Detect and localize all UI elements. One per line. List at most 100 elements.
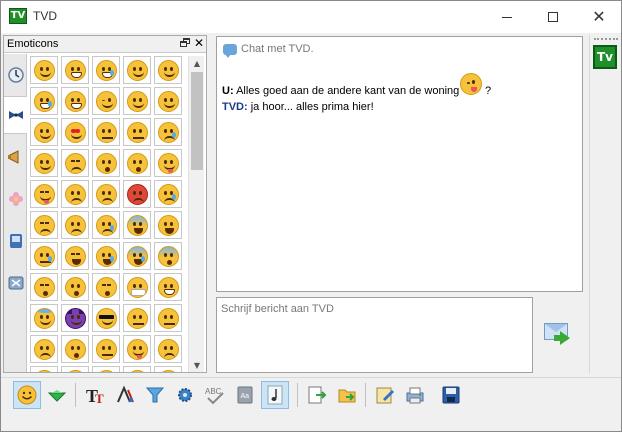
minimize-button[interactable]: [484, 1, 530, 33]
svg-text:T: T: [95, 391, 104, 406]
emoticon-relieved-icon[interactable]: [30, 149, 58, 177]
emoticon-frowning-icon[interactable]: [154, 335, 182, 363]
emoticon-tongue-closed-icon[interactable]: [30, 180, 58, 208]
spellcheck-icon: ABC: [205, 387, 224, 405]
sound-button[interactable]: [261, 381, 289, 409]
save-button[interactable]: [437, 381, 465, 409]
settings-button[interactable]: [171, 381, 199, 409]
message-input[interactable]: Schrijf bericht aan TVD: [216, 297, 533, 373]
emoticon-disappointed-relieved-icon[interactable]: [92, 211, 120, 239]
panel-close-button[interactable]: ✕: [194, 36, 204, 50]
emoticon-grin-icon[interactable]: [61, 56, 89, 84]
filter-button[interactable]: [141, 381, 169, 409]
emoticon-expressionless-icon[interactable]: [154, 304, 182, 332]
emoticon-laugh-tears-icon[interactable]: [92, 56, 120, 84]
text-color-button[interactable]: [111, 381, 139, 409]
emoticon-sob-icon[interactable]: [92, 242, 120, 270]
category-tab-recent[interactable]: [4, 56, 27, 94]
emoticon-triumph-icon[interactable]: [61, 211, 89, 239]
emoticon-dizzy-face-icon[interactable]: [92, 273, 120, 301]
emoticon-cold-sweat-icon[interactable]: [123, 242, 151, 270]
message-trailing-text: ?: [485, 85, 492, 97]
scroll-thumb[interactable]: [191, 72, 203, 170]
emoticon-kiss-heart-icon[interactable]: [92, 149, 120, 177]
nudge-button[interactable]: [43, 381, 71, 409]
category-tab-people[interactable]: [4, 96, 27, 134]
emoticon-persevere-icon[interactable]: [30, 211, 58, 239]
drag-handle[interactable]: [594, 38, 618, 40]
svg-text:ABC: ABC: [205, 387, 222, 396]
emoticon-open-mouth-icon[interactable]: [61, 366, 89, 372]
emoticon-astonished-icon[interactable]: [61, 273, 89, 301]
emoticon-grin-icon[interactable]: [61, 87, 89, 115]
send-file-icon: [338, 389, 356, 403]
dictionary-button[interactable]: Aa: [231, 381, 259, 409]
emoticon-hushed-icon[interactable]: [61, 335, 89, 363]
emoticon-mask-icon[interactable]: [123, 273, 151, 301]
undock-button[interactable]: [180, 37, 192, 49]
spellcheck-button[interactable]: ABC: [201, 381, 229, 409]
print-button[interactable]: [401, 381, 429, 409]
emoticon-anguished-icon[interactable]: [30, 366, 58, 372]
emoticon-smile-icon[interactable]: [154, 56, 182, 84]
emoticon-smile-icon[interactable]: [154, 87, 182, 115]
export-button[interactable]: [303, 381, 331, 409]
contact-avatar[interactable]: Tv: [593, 45, 617, 69]
emoticon-flushed-icon[interactable]: [123, 366, 151, 372]
emoticon-imp-icon[interactable]: [61, 304, 89, 332]
category-tab-nature[interactable]: [4, 180, 27, 218]
emoticon-confounded-icon[interactable]: [61, 149, 89, 177]
emoticon-scream-icon[interactable]: [154, 242, 182, 270]
emoticon-smile-icon[interactable]: [123, 56, 151, 84]
send-button[interactable]: [542, 319, 578, 349]
emoticon-grin-icon[interactable]: [154, 273, 182, 301]
close-button[interactable]: ✕: [576, 1, 622, 33]
emoticon-tongue-icon[interactable]: [123, 335, 151, 363]
category-tab-objects[interactable]: [4, 138, 27, 176]
emoticon-angry-icon[interactable]: [123, 180, 151, 208]
scroll-down-icon[interactable]: ▼: [189, 358, 205, 372]
emoticon-heart-eyes-icon[interactable]: [61, 118, 89, 146]
category-tab-places[interactable]: [4, 222, 27, 260]
maximize-button[interactable]: [530, 1, 576, 33]
emoticon-dizzy-icon[interactable]: [30, 273, 58, 301]
emoticon-confused-icon[interactable]: [30, 335, 58, 363]
emoticons-panel-title: Emoticons: [7, 38, 59, 50]
scroll-up-icon[interactable]: ▲: [189, 56, 205, 70]
emoticon-unamused-icon[interactable]: [123, 118, 151, 146]
emoticon-neutral-icon[interactable]: [123, 304, 151, 332]
category-tab-symbols[interactable]: [4, 264, 27, 302]
wink-gesture-icon: [47, 390, 67, 402]
send-file-button[interactable]: [333, 381, 361, 409]
emoticon-disappointed-icon[interactable]: [61, 180, 89, 208]
emoticon-smile-icon[interactable]: [30, 118, 58, 146]
emoticon-grimace-icon[interactable]: [92, 366, 120, 372]
emoticon-sad-icon[interactable]: [154, 366, 182, 372]
emoticon-kissing-icon[interactable]: [123, 149, 151, 177]
emoticon-tongue-wink-icon[interactable]: [154, 149, 182, 177]
emoticon-cry-icon[interactable]: [154, 180, 182, 208]
emoticon-smile-icon[interactable]: [30, 56, 58, 84]
app-logo-icon: TV: [9, 8, 27, 24]
font-button[interactable]: TT: [81, 381, 109, 409]
message-text: ja hoor... alles prima hier!: [250, 101, 374, 113]
emoticon-innocent-icon[interactable]: [30, 304, 58, 332]
emoticon-weary-icon[interactable]: [154, 211, 182, 239]
save-icon: [442, 386, 460, 404]
emoticon-sleepy-icon[interactable]: [30, 242, 58, 270]
emoticon-sweat-icon[interactable]: [154, 118, 182, 146]
emoticon-tired-icon[interactable]: [61, 242, 89, 270]
emoticon-scrollbar[interactable]: ▲ ▼: [188, 56, 204, 372]
notes-button[interactable]: [371, 381, 399, 409]
toolbar: TT ABC Aa: [1, 377, 621, 411]
emoticon-smirk-icon[interactable]: [92, 335, 120, 363]
emoticon-smile-icon[interactable]: [123, 87, 151, 115]
emoticon-worried-icon[interactable]: [92, 180, 120, 208]
emoticon-wink-icon[interactable]: [92, 87, 120, 115]
wink-tongue-emoticon-icon: [460, 73, 482, 95]
emoticon-sunglasses-icon[interactable]: [92, 304, 120, 332]
emoticon-fearful-icon[interactable]: [123, 211, 151, 239]
emoticon-sweat-smile-icon[interactable]: [30, 87, 58, 115]
emoticon-button[interactable]: [13, 381, 41, 409]
emoticon-smirk-icon[interactable]: [92, 118, 120, 146]
